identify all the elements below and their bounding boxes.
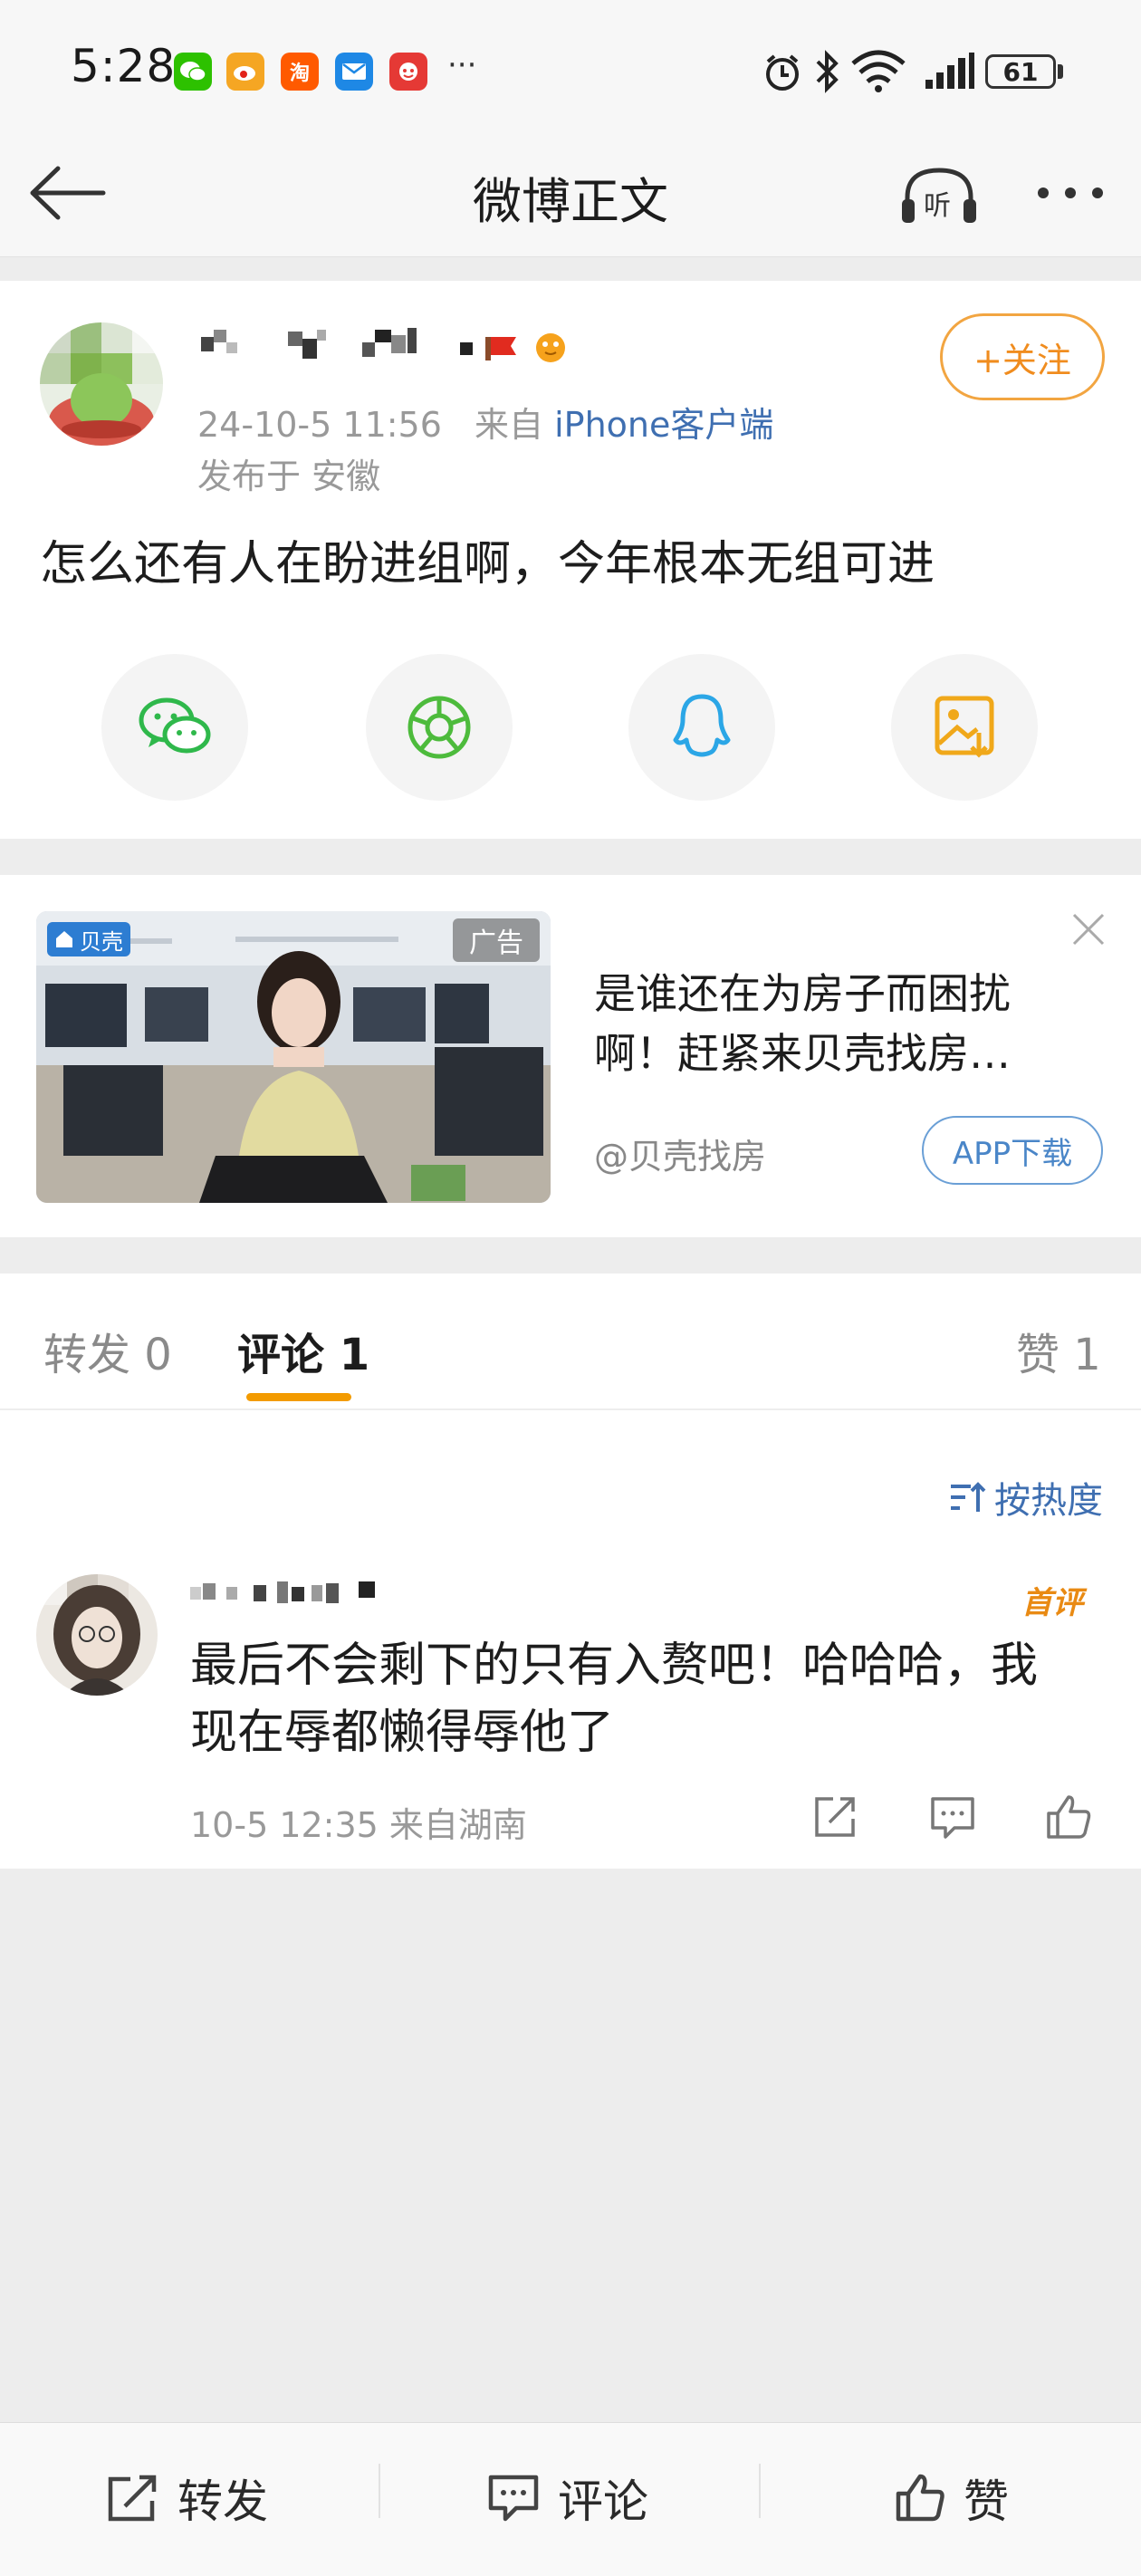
ad-source[interactable]: @贝壳找房 (594, 1129, 766, 1178)
thumbs-up-icon (896, 2474, 944, 2522)
commenter-avatar[interactable] (36, 1574, 158, 1696)
battery-indicator: 61 (985, 54, 1056, 89)
sort-icon (951, 1482, 986, 1512)
listen-button[interactable]: 听 (898, 163, 980, 228)
share-qq-button[interactable] (628, 654, 775, 801)
qq-icon (673, 694, 731, 757)
comment-forward-icon[interactable] (810, 1792, 860, 1842)
wifi-icon (851, 50, 906, 92)
tab-comment[interactable]: 评论 1 (237, 1319, 369, 1382)
sort-label: 按热度 (994, 1480, 1103, 1522)
author-avatar[interactable] (40, 322, 163, 446)
repost-icon (108, 2475, 157, 2522)
app-download-button[interactable]: APP下载 (922, 1116, 1103, 1185)
signal-icon (925, 53, 974, 89)
ad-brand-logo: 贝壳 (47, 922, 130, 956)
comment-like-icon[interactable] (1043, 1792, 1094, 1842)
weibo-icon (226, 53, 264, 91)
mail-icon (335, 53, 373, 91)
bottom-divider (759, 2464, 761, 2518)
battery-cap (1058, 64, 1063, 79)
alarm-icon (766, 54, 799, 91)
ad-tag: 广告 (453, 918, 540, 962)
bluetooth-icon (816, 50, 839, 93)
comment-button[interactable]: 评论 (485, 2465, 648, 2531)
post-text[interactable]: 怎么还有人在盼进组啊，今年根本无组可进 (40, 525, 935, 593)
moments-icon (408, 696, 471, 759)
sort-button[interactable]: 按热度 (947, 1471, 1103, 1523)
comment-meta: 10-5 12:35 来自湖南 (190, 1805, 527, 1845)
beike-logo-icon (56, 931, 72, 947)
follow-button[interactable]: +关注 (940, 313, 1105, 400)
share-moments-button[interactable] (366, 654, 513, 801)
ad-brand-name: 贝壳 (80, 928, 123, 955)
post-location: 发布于 安徽 (197, 457, 381, 496)
ad-text[interactable]: 是谁还在为房子而困扰啊！赶紧来贝壳找房… (594, 964, 1065, 1083)
bottom-divider (379, 2464, 380, 2518)
close-icon[interactable] (1069, 909, 1108, 949)
post-meta: 24-10-5 11:56 来自 iPhone客户端 (197, 397, 773, 447)
like-label: 赞 (964, 2475, 1009, 2528)
status-more: ··· (447, 47, 477, 83)
post-source[interactable]: iPhone客户端 (554, 405, 773, 445)
wechat-icon (174, 53, 212, 91)
post-time: 24-10-5 11:56 (197, 405, 442, 445)
comment-label: 评论 (558, 2475, 648, 2528)
taobao-icon: 淘 (281, 53, 319, 91)
share-wechat-button[interactable] (101, 654, 248, 801)
repost-label: 转发 (177, 2475, 268, 2528)
wechat-share-icon (139, 697, 211, 754)
more-icon[interactable] (1032, 179, 1108, 207)
tab-like[interactable]: 赞 1 (1016, 1319, 1101, 1382)
post-source-prefix: 来自 (475, 405, 544, 445)
comment-icon (488, 2475, 539, 2522)
tab-active-indicator (246, 1393, 351, 1401)
first-comment-badge: 首评 (1021, 1585, 1083, 1621)
status-time: 5:28 (71, 40, 177, 92)
save-image-button[interactable] (891, 654, 1038, 801)
author-name-mosaic[interactable] (197, 326, 578, 368)
like-button[interactable]: 赞 (893, 2465, 1009, 2531)
comment-text[interactable]: 最后不会剩下的只有入赘吧！哈哈哈，我现在辱都懒得辱他了 (190, 1632, 1060, 1766)
save-image-icon (935, 696, 994, 758)
listen-label: 听 (924, 190, 951, 222)
repost-button[interactable]: 转发 (105, 2465, 268, 2531)
comment-reply-icon[interactable] (927, 1792, 978, 1842)
commenter-name-mosaic[interactable] (190, 1578, 389, 1609)
tab-repost[interactable]: 转发 0 (43, 1319, 172, 1382)
xiaohongshu-icon (389, 53, 427, 91)
